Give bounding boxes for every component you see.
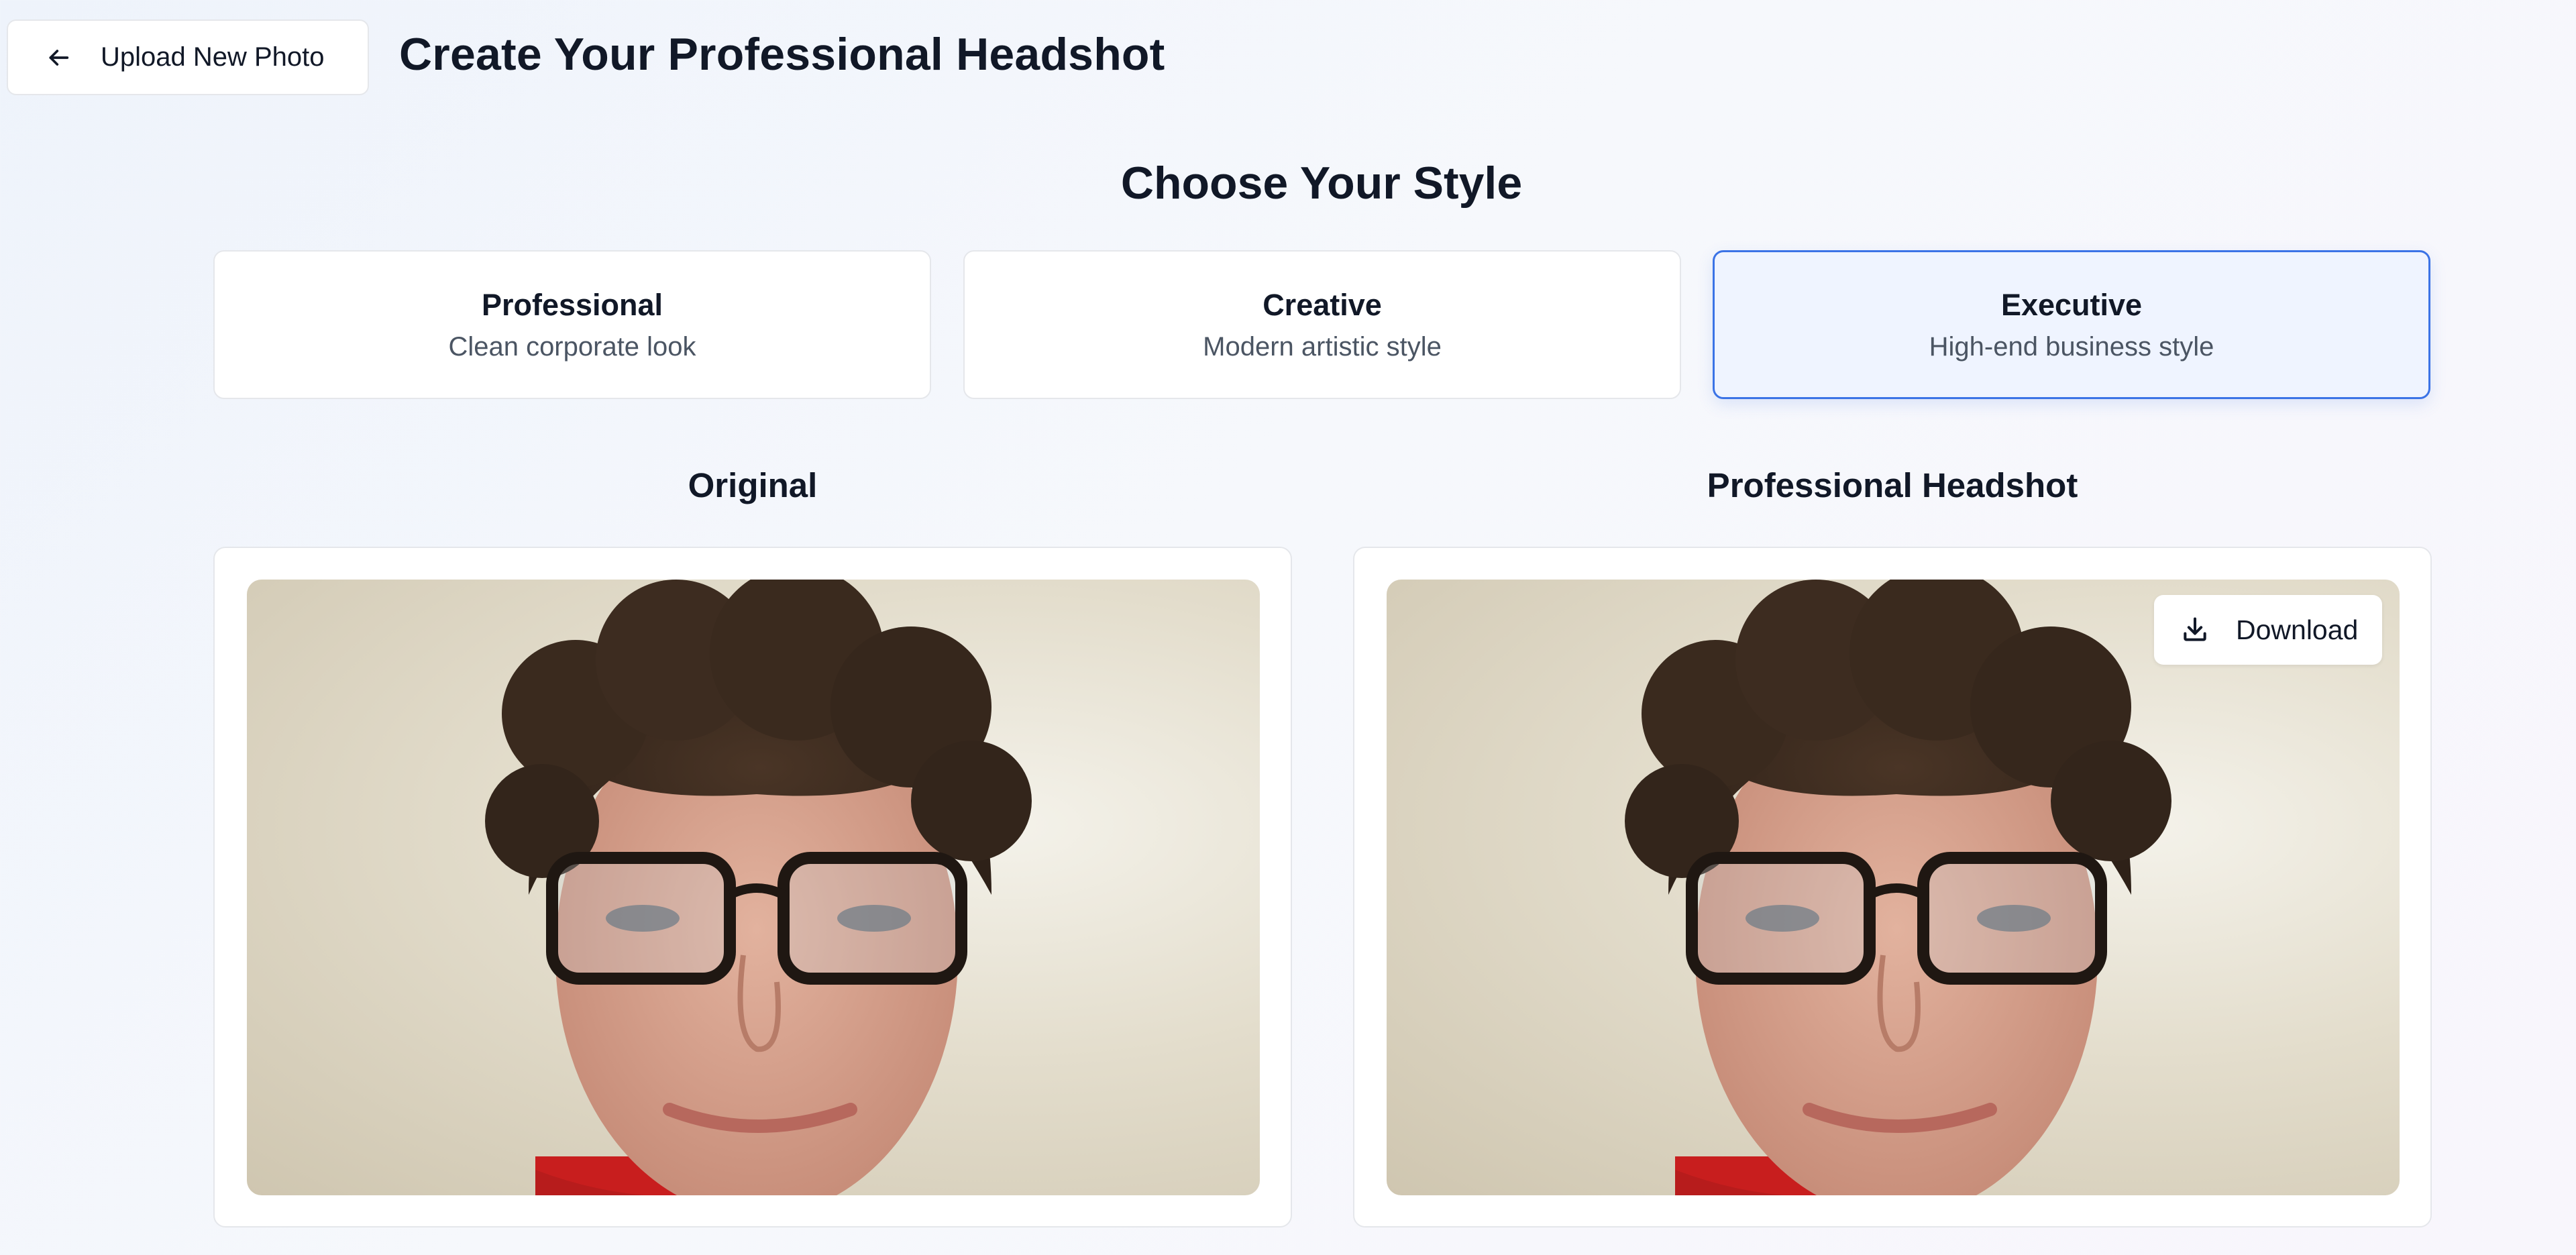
style-option-description: Clean corporate look — [448, 331, 696, 362]
style-option-professional[interactable]: Professional Clean corporate look — [213, 250, 931, 399]
style-option-name: Professional — [481, 287, 663, 322]
original-image-card — [213, 547, 1292, 1227]
download-button[interactable]: Download — [2154, 595, 2382, 665]
professional-headshot-card: Download — [1353, 547, 2432, 1227]
style-option-description: Modern artistic style — [1203, 331, 1442, 362]
style-option-description: High-end business style — [1929, 331, 2214, 362]
original-title: Original — [688, 466, 818, 504]
upload-new-photo-button[interactable]: Upload New Photo — [7, 19, 369, 95]
professional-headshot-title: Professional Headshot — [1707, 466, 2078, 504]
page-title: Create Your Professional Headshot — [399, 29, 1165, 80]
download-label: Download — [2236, 614, 2359, 645]
style-option-executive[interactable]: Executive High-end business style — [1713, 250, 2430, 399]
upload-new-photo-label: Upload New Photo — [101, 42, 325, 72]
style-option-name: Executive — [2000, 287, 2143, 322]
download-icon — [2178, 613, 2212, 647]
style-option-name: Creative — [1263, 287, 1382, 322]
original-photo — [247, 580, 1260, 1195]
choose-style-title: Choose Your Style — [1120, 158, 1523, 209]
arrow-left-icon — [42, 41, 75, 74]
professional-headshot-photo — [1387, 580, 2400, 1195]
style-option-creative[interactable]: Creative Modern artistic style — [963, 250, 1681, 399]
